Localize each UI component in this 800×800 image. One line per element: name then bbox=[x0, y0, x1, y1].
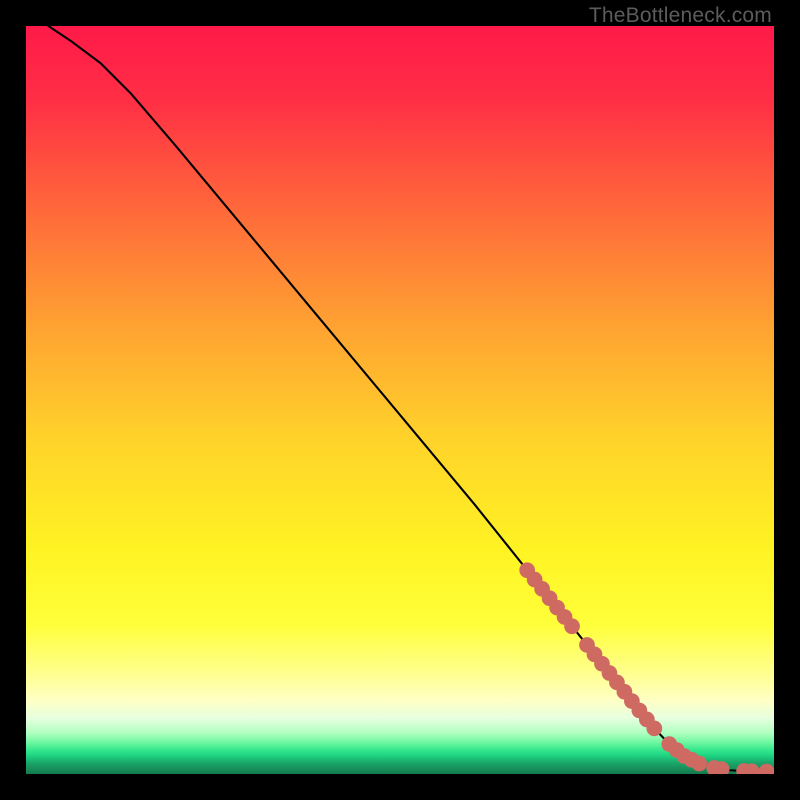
marker-dot bbox=[714, 762, 729, 774]
marker-dot bbox=[647, 721, 662, 736]
curve-line bbox=[48, 26, 774, 772]
marker-group bbox=[520, 563, 774, 774]
plot-area bbox=[26, 26, 774, 774]
chart-stage: TheBottleneck.com bbox=[0, 0, 800, 800]
marker-dot bbox=[692, 756, 707, 771]
marker-dot bbox=[759, 764, 774, 774]
watermark-text: TheBottleneck.com bbox=[589, 4, 772, 28]
chart-svg bbox=[26, 26, 774, 774]
marker-dot bbox=[565, 619, 580, 634]
